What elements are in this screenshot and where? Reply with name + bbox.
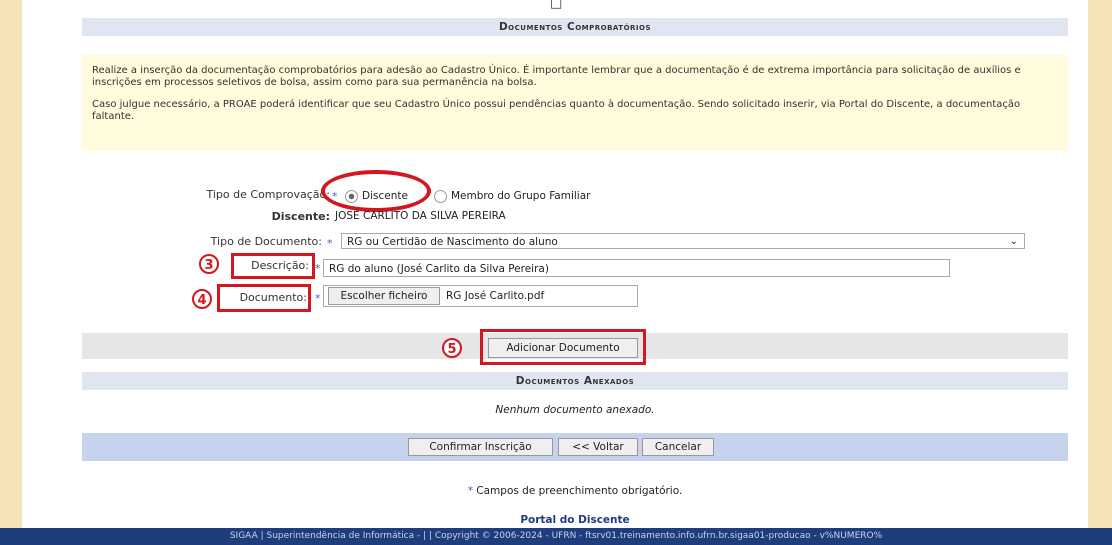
cancel-button[interactable]: Cancelar: [642, 438, 714, 456]
tipo-documento-select[interactable]: RG ou Certidão de Nascimento do aluno ⌄: [341, 233, 1025, 249]
annotation-step-3: 3: [199, 254, 219, 274]
notice-paragraph-2: Caso julgue necessário, a PROAE poderá i…: [92, 99, 1021, 122]
annotation-step-4: 4: [192, 289, 212, 309]
descricao-label: Descrição:: [251, 259, 309, 272]
annotation-circle-discente: [321, 170, 431, 212]
tipo-documento-label: Tipo de Documento:: [210, 235, 322, 248]
required-asterisk: *: [315, 292, 321, 305]
file-input-documento[interactable]: Escolher ficheiro RG José Carlito.pdf: [323, 285, 638, 307]
radio-membro-grupo-familiar[interactable]: [434, 190, 447, 203]
choose-file-button[interactable]: Escolher ficheiro: [328, 287, 440, 305]
section-title-documentos-comprobatorios: Documentos Comprobatórios: [82, 18, 1068, 36]
discente-value: JOSÉ CARLITO DA SILVA PEREIRA: [335, 210, 506, 222]
selected-file-name: RG José Carlito.pdf: [446, 290, 545, 302]
add-document-button[interactable]: Adicionar Documento: [488, 338, 638, 358]
descricao-input[interactable]: RG do aluno (José Carlito da Silva Perei…: [323, 259, 950, 277]
tipo-comprovacao-label: Tipo de Comprovação:: [206, 188, 331, 201]
required-fields-note: * Campos de preenchimento obrigatório.: [82, 485, 1068, 497]
window-glyph: □: [550, 0, 563, 11]
required-asterisk: *: [467, 485, 473, 497]
portal-discente-link[interactable]: Portal do Discente: [82, 514, 1068, 526]
required-asterisk: *: [327, 237, 333, 250]
chevron-down-icon: ⌄: [1009, 236, 1018, 247]
documento-label: Documento:: [239, 291, 307, 304]
tipo-documento-selected: RG ou Certidão de Nascimento do aluno: [347, 236, 558, 248]
required-note-text: Campos de preenchimento obrigatório.: [476, 485, 683, 497]
page-content: □ Documentos Comprobatórios Realize a in…: [22, 0, 1088, 528]
required-asterisk: *: [315, 262, 321, 275]
annotation-step-5: 5: [442, 338, 462, 358]
section-title-documentos-anexados: Documentos Anexados: [82, 372, 1068, 390]
back-button[interactable]: << Voltar: [558, 438, 638, 456]
notice-paragraph-1: Realize a inserção da documentação compr…: [92, 65, 1021, 88]
instructions-notice: Realize a inserção da documentação compr…: [82, 55, 1068, 151]
footer-bar: SIGAA | Superintendência de Informática …: [0, 528, 1112, 545]
confirm-subscription-button[interactable]: Confirmar Inscrição: [408, 438, 553, 456]
radio-membro-label[interactable]: Membro do Grupo Familiar: [451, 190, 590, 202]
discente-label: Discente:: [271, 210, 330, 223]
no-documents-message: Nenhum documento anexado.: [495, 404, 655, 416]
